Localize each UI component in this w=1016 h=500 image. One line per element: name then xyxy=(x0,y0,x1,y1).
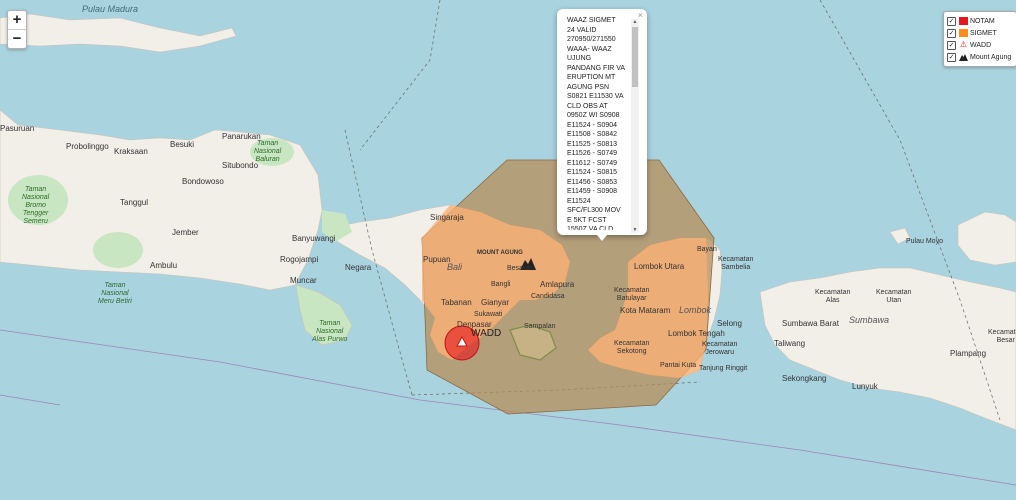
sigmet-checkbox[interactable]: ✓ xyxy=(947,28,956,38)
legend-label-mount-agung: Mount Agung xyxy=(970,53,1012,61)
popup-line: 1550Z VA CLD xyxy=(567,226,614,230)
map-canvas[interactable]: Pulau Madura Pasuruan Probolinggo Kraksa… xyxy=(0,0,1016,500)
scroll-up-icon[interactable]: ▲ xyxy=(631,19,639,25)
popup-line: 270950/271550 xyxy=(567,36,616,43)
popup-line: WAAZ SIGMET xyxy=(567,17,616,24)
popup-line: E11524 - S0904 xyxy=(567,121,618,129)
wadd-checkbox[interactable]: ✓ xyxy=(947,40,956,50)
sigmet-swatch xyxy=(959,29,968,37)
legend-item-wadd[interactable]: ✓ ⚠ WADD xyxy=(947,39,1013,51)
popup-line: E11524 xyxy=(567,197,591,205)
layer-legend: ✓ NOTAM ✓ SIGMET ✓ ⚠ WADD ✓ Mount Agung xyxy=(943,11,1016,67)
zoom-in-button[interactable]: + xyxy=(8,11,26,29)
popup-line: SFC/FL300 MOV xyxy=(567,207,621,214)
legend-label-sigmet: SIGMET xyxy=(970,29,997,37)
basemap xyxy=(0,0,1016,500)
popup-content: WAAZ SIGMET 24 VALID 270950/271550 WAAA- WA… xyxy=(567,16,630,230)
popup-line: CLD OBS AT xyxy=(567,102,608,110)
popup-tip xyxy=(596,234,608,241)
notam-swatch xyxy=(959,17,968,25)
popup-line: E11612 - S0749 xyxy=(567,159,618,167)
popup-line: PANDANG FIR VA xyxy=(567,64,626,72)
legend-item-notam[interactable]: ✓ NOTAM xyxy=(947,15,1013,27)
popup-line: E11508 - S0842 xyxy=(567,131,618,138)
popup-line: 24 VALID xyxy=(567,26,597,34)
legend-label-wadd: WADD xyxy=(970,41,992,49)
popup-line: UJUNG xyxy=(567,55,592,62)
warning-triangle-icon: ⚠ xyxy=(959,40,968,49)
popup-line: AGUNG PSN xyxy=(567,83,610,91)
legend-item-sigmet[interactable]: ✓ SIGMET xyxy=(947,27,1013,39)
scrollbar-thumb[interactable] xyxy=(632,27,638,87)
popup-line: E11525 - S0813 xyxy=(567,140,618,148)
popup-line: E11526 - S0749 xyxy=(567,150,618,157)
zoom-control: + − xyxy=(7,10,27,49)
scroll-down-icon[interactable]: ▼ xyxy=(631,227,639,233)
sigmet-popup: × WAAZ SIGMET 24 VALID 270950/271550 WAAA- … xyxy=(557,9,647,235)
popup-scrollbar[interactable]: ▲ ▼ xyxy=(631,19,639,233)
popup-line: E11459 - S0908 xyxy=(567,188,618,195)
zoom-out-button[interactable]: − xyxy=(8,29,26,48)
popup-line: E11456 - S0853 xyxy=(567,178,618,186)
legend-label-notam: NOTAM xyxy=(970,17,995,25)
popup-line: S0821 E11530 VA xyxy=(567,93,624,100)
notam-checkbox[interactable]: ✓ xyxy=(947,16,956,26)
popup-line: E 5KT FCST xyxy=(567,216,607,224)
popup-line: ERUPTION MT xyxy=(567,74,616,81)
legend-item-mount-agung[interactable]: ✓ Mount Agung xyxy=(947,51,1013,63)
popup-line: E11524 - S0815 xyxy=(567,169,618,176)
volcano-legend-icon xyxy=(959,53,968,61)
mount-agung-checkbox[interactable]: ✓ xyxy=(947,52,956,62)
popup-line: WAAA- WAAZ xyxy=(567,45,612,53)
popup-line: 0950Z WI S0908 xyxy=(567,112,620,119)
